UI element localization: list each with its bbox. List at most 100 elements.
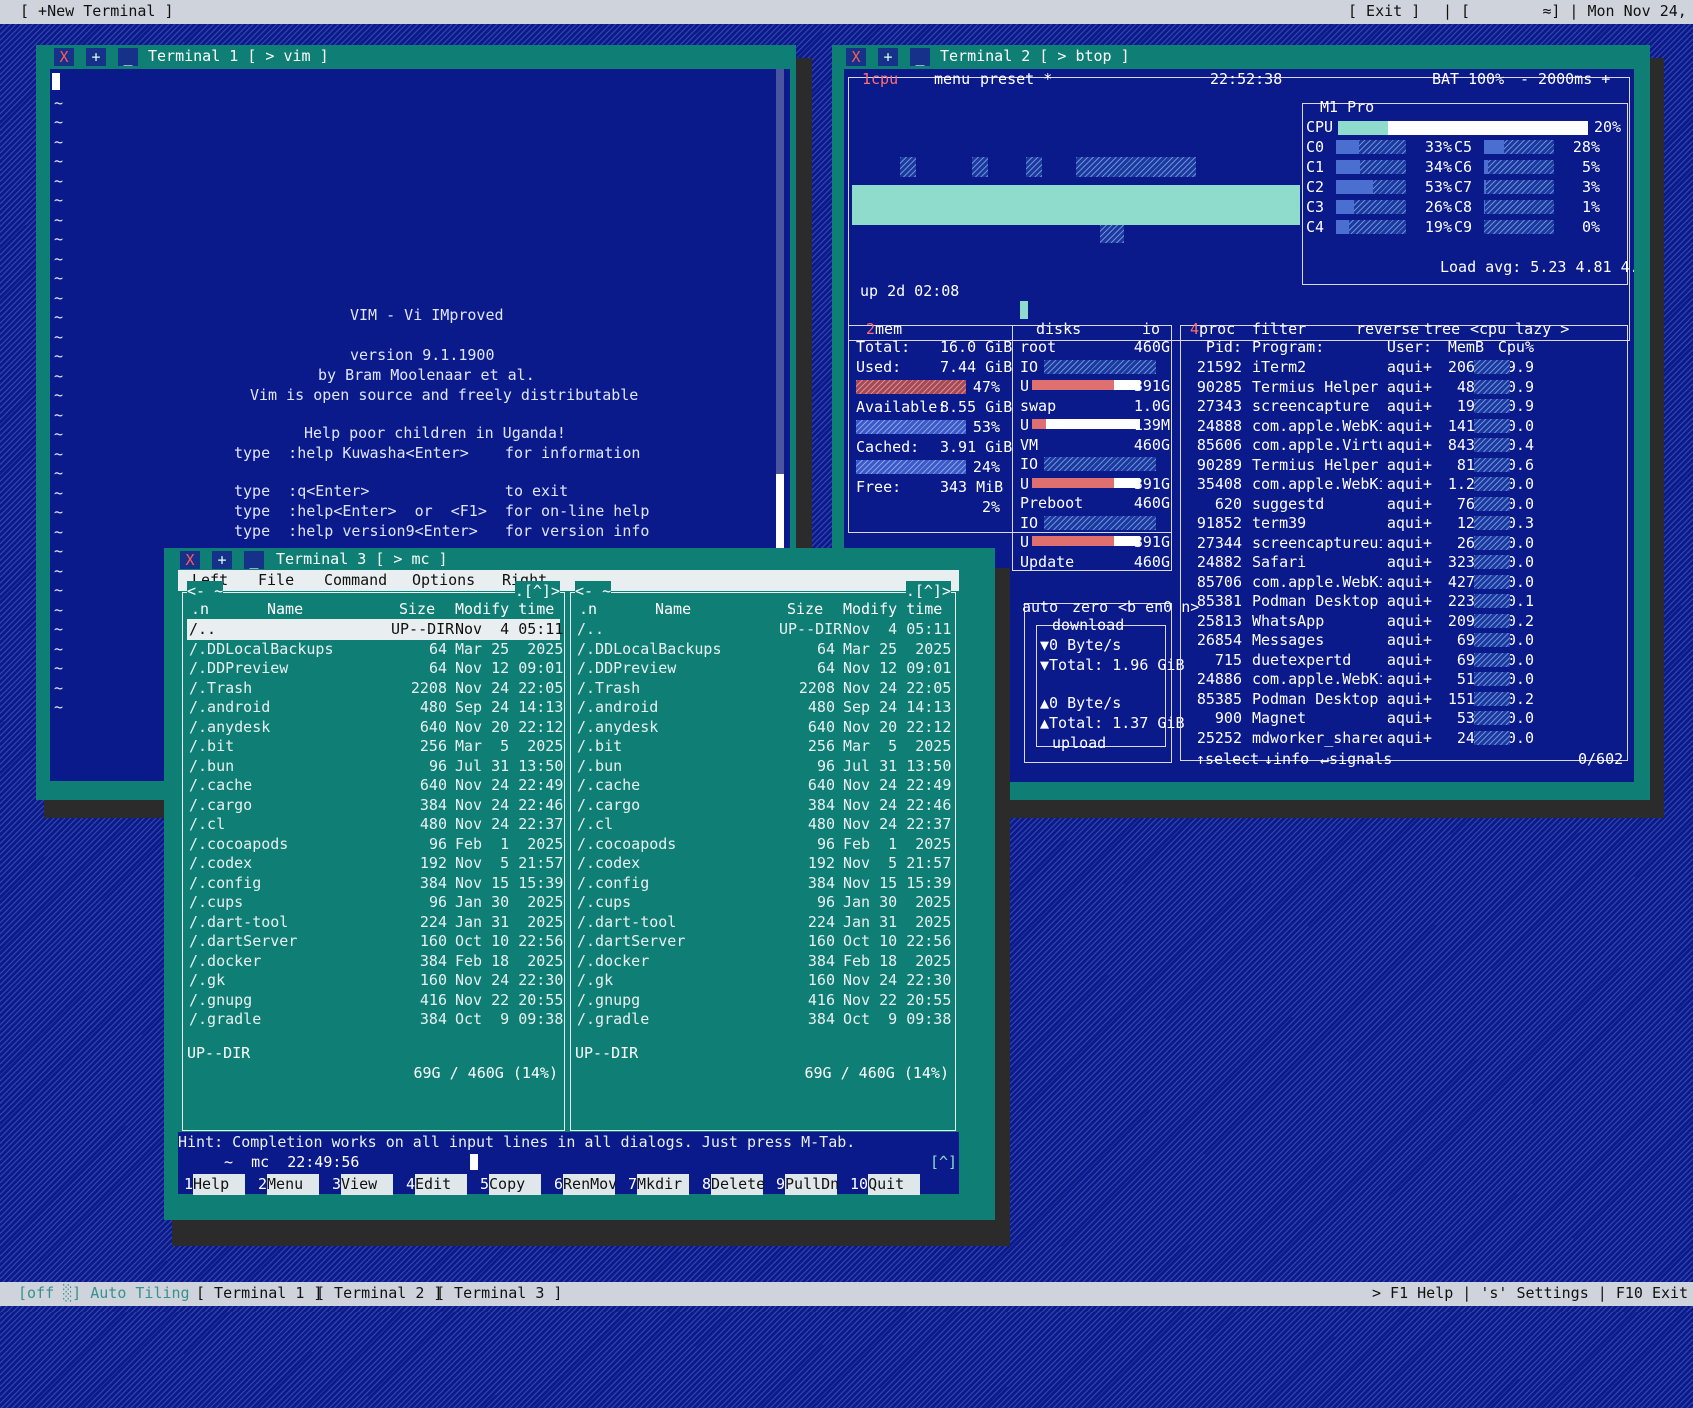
fkey-delete[interactable]: 8Delete: [702, 1174, 765, 1195]
add-button[interactable]: +: [212, 551, 232, 569]
add-button[interactable]: +: [878, 48, 898, 66]
file-row[interactable]: /.Trash 2208 Nov 24 22:05: [187, 678, 563, 699]
file-row[interactable]: /.DDPreview 64 Nov 12 09:01: [575, 658, 951, 679]
file-row[interactable]: /.gk 160 Nov 24 22:30: [575, 970, 951, 991]
file-row[interactable]: /.dart-tool 224 Jan 31 2025: [575, 912, 951, 933]
vim-intro-line: type :help Kuwasha<Enter> for informatio…: [234, 444, 641, 462]
file-row[interactable]: /.cargo 384 Nov 24 22:46: [187, 795, 563, 816]
proc-row[interactable]: 91852 term39 aqui+ 12M 0.3: [844, 513, 1634, 534]
file-row[interactable]: /.bit 256 Mar 5 2025: [187, 736, 563, 757]
proc-select[interactable]: ↑select: [1196, 749, 1259, 770]
file-row[interactable]: /.. UP--DIR Nov 4 05:11: [575, 619, 951, 640]
file-row[interactable]: /.cargo 384 Nov 24 22:46: [575, 795, 951, 816]
file-row[interactable]: /.anydesk 640 Nov 20 22:12: [575, 717, 951, 738]
file-row[interactable]: /.dart-tool 224 Jan 31 2025: [187, 912, 563, 933]
right-panel[interactable]: <- ~ .[^]> .n Name Size Modify time/.. UP--DIR…: [570, 581, 956, 1131]
left-panel[interactable]: <- ~ .[^]> .n Name Size Modify time/.. UP--DIR…: [182, 581, 565, 1131]
file-row[interactable]: /.bun 96 Jul 31 13:50: [575, 756, 951, 777]
file-row[interactable]: /.DDLocalBackups 64 Mar 25 2025: [575, 639, 951, 660]
fkey-edit[interactable]: 4Edit: [406, 1174, 468, 1195]
close-button[interactable]: X: [846, 48, 866, 66]
file-row[interactable]: /.. UP--DIR Nov 4 05:11: [187, 619, 563, 640]
file-row[interactable]: /.codex 192 Nov 5 21:57: [187, 853, 563, 874]
fkey-help[interactable]: 1Help: [184, 1174, 246, 1195]
proc-row[interactable]: 24888com.apple.WebKit.aqui+141M0.0: [844, 416, 1634, 437]
proc-signals[interactable]: ↵signals: [1320, 749, 1392, 770]
proc-row[interactable]: 85606com.apple.Virtualaqui+843M0.4: [844, 435, 1634, 456]
file-row[interactable]: /.Trash 2208 Nov 24 22:05: [575, 678, 951, 699]
file-row[interactable]: /.cocoapods 96 Feb 1 2025: [187, 834, 563, 855]
file-row[interactable]: /.cups 96 Jan 30 2025: [187, 892, 563, 913]
terminal-2-titlebar[interactable]: X + _ Terminal 2 [ > btop ]: [832, 45, 1650, 67]
file-row[interactable]: /.cache 640 Nov 24 22:49: [575, 775, 951, 796]
file-row[interactable]: /.docker 384 Feb 18 2025: [187, 951, 563, 972]
proc-row[interactable]: 27343 screencapture aqui+ 19M 0.9: [844, 396, 1634, 417]
exit-button[interactable]: [ Exit ]: [1348, 1, 1420, 22]
file-row[interactable]: /.config 384 Nov 15 15:39: [575, 873, 951, 894]
file-row[interactable]: /.gk 160 Nov 24 22:30: [187, 970, 563, 991]
file-row[interactable]: /.DDLocalBackups 64 Mar 25 2025: [187, 639, 563, 660]
file-row[interactable]: /.dartServer 160 Oct 10 22:56: [187, 931, 563, 952]
fkey-menu[interactable]: 2Menu: [258, 1174, 320, 1195]
file-size: 416: [807, 990, 835, 1009]
menu-tab[interactable]: menu: [934, 69, 970, 90]
close-button[interactable]: X: [54, 48, 74, 66]
fkey-view[interactable]: 3View: [332, 1174, 394, 1195]
terminal-1-titlebar[interactable]: X + _ Terminal 1 [ > vim ]: [36, 45, 796, 67]
file-row[interactable]: /.codex 192 Nov 5 21:57: [575, 853, 951, 874]
preset-tab[interactable]: preset *: [980, 69, 1052, 90]
fkey-quit[interactable]: 10Quit: [850, 1174, 921, 1195]
file-row[interactable]: /.gnupg 416 Nov 22 20:55: [575, 990, 951, 1011]
file-row[interactable]: /.cl 480 Nov 24 22:37: [575, 814, 951, 835]
prompt-ctrl[interactable]: [^]: [930, 1152, 957, 1173]
file-row[interactable]: /.docker 384 Feb 18 2025: [575, 951, 951, 972]
file-row[interactable]: /.bit 256 Mar 5 2025: [575, 736, 951, 757]
add-button[interactable]: +: [86, 48, 106, 66]
proc-mem-meter: [1474, 379, 1510, 394]
taskbar-terminal-2[interactable]: [ Terminal 2 ]: [316, 1283, 442, 1304]
mc-menu-options[interactable]: Options: [412, 570, 475, 591]
proc-row[interactable]: 21592 iTerm2 aqui+ 206M 9.9: [844, 357, 1634, 378]
proc-row[interactable]: 620 suggestd aqui+ 76M 0.0: [844, 494, 1634, 515]
fkey-mkdir[interactable]: 7Mkdir: [628, 1174, 690, 1195]
minimize-button[interactable]: _: [244, 551, 264, 569]
function-keys[interactable]: 1Help 2Menu 3View 4Edit 5Copy 6RenMov 7Mkdir 8D…: [178, 1172, 959, 1195]
file-row[interactable]: /.cocoapods 96 Feb 1 2025: [575, 834, 951, 855]
fkey-renmov[interactable]: 6RenMov: [554, 1174, 617, 1195]
auto-tiling-toggle[interactable]: [off ░] Auto Tiling: [18, 1283, 190, 1304]
fkey-pulldn[interactable]: 9PullDn: [776, 1174, 839, 1195]
mc-menu-file[interactable]: File: [258, 570, 294, 591]
fkey-copy[interactable]: 5Copy: [480, 1174, 542, 1195]
cpu-tab[interactable]: 1cpu: [862, 69, 898, 90]
file-row[interactable]: /.dartServer 160 Oct 10 22:56: [575, 931, 951, 952]
terminal-3-titlebar[interactable]: X + _ Terminal 3 [ > mc ]: [164, 548, 995, 570]
new-terminal-button[interactable]: [ +New Terminal ]: [20, 1, 174, 22]
close-button[interactable]: X: [180, 551, 200, 569]
file-row[interactable]: /.cache 640 Nov 24 22:49: [187, 775, 563, 796]
file-row[interactable]: /.bun 96 Jul 31 13:50: [187, 756, 563, 777]
minimize-button[interactable]: _: [910, 48, 930, 66]
file-row[interactable]: /.android 480 Sep 24 14:13: [187, 697, 563, 718]
file-row[interactable]: /.android 480 Sep 24 14:13: [575, 697, 951, 718]
mc-menu-bar[interactable]: Left File Command Options Right: [178, 570, 959, 591]
file-row[interactable]: /.cl 480 Nov 24 22:37: [187, 814, 563, 835]
proc-row[interactable]: 90289Termius Helper (Raqui+81M0.6: [844, 455, 1634, 476]
minimize-button[interactable]: _: [118, 48, 138, 66]
file-row[interactable]: /.gnupg 416 Nov 22 20:55: [187, 990, 563, 1011]
file-row[interactable]: /.config 384 Nov 15 15:39: [187, 873, 563, 894]
file-row[interactable]: /.cups 96 Jan 30 2025: [575, 892, 951, 913]
proc-row[interactable]: 90285Termius Helper (Gaqui+48M0.9: [844, 377, 1634, 398]
interval-control[interactable]: - 2000ms +: [1520, 69, 1610, 90]
command-prompt[interactable]: ~ mc 22:49:56 [^]: [178, 1152, 959, 1172]
terminal-3-window[interactable]: X + _ Terminal 3 [ > mc ] Left File Comman…: [164, 548, 995, 1220]
file-row[interactable]: /.anydesk 640 Nov 20 22:12: [187, 717, 563, 738]
file-row[interactable]: /.gradle 384 Oct 9 09:38: [575, 1009, 951, 1030]
mc-menu-command[interactable]: Command: [324, 570, 387, 591]
taskbar-terminal-1[interactable]: [ Terminal 1 ]: [196, 1283, 322, 1304]
proc-row[interactable]: 35408com.apple.WebKit.aqui+1.2G0.0: [844, 474, 1634, 495]
proc-info[interactable]: ↓info: [1264, 749, 1309, 770]
file-row[interactable]: /.DDPreview 64 Nov 12 09:01: [187, 658, 563, 679]
mc-screen[interactable]: Left File Command Options Right <- ~ .[^]> .n N…: [178, 570, 959, 1195]
file-row[interactable]: /.gradle 384 Oct 9 09:38: [187, 1009, 563, 1030]
taskbar-terminal-3[interactable]: [ Terminal 3 ]: [436, 1283, 562, 1304]
